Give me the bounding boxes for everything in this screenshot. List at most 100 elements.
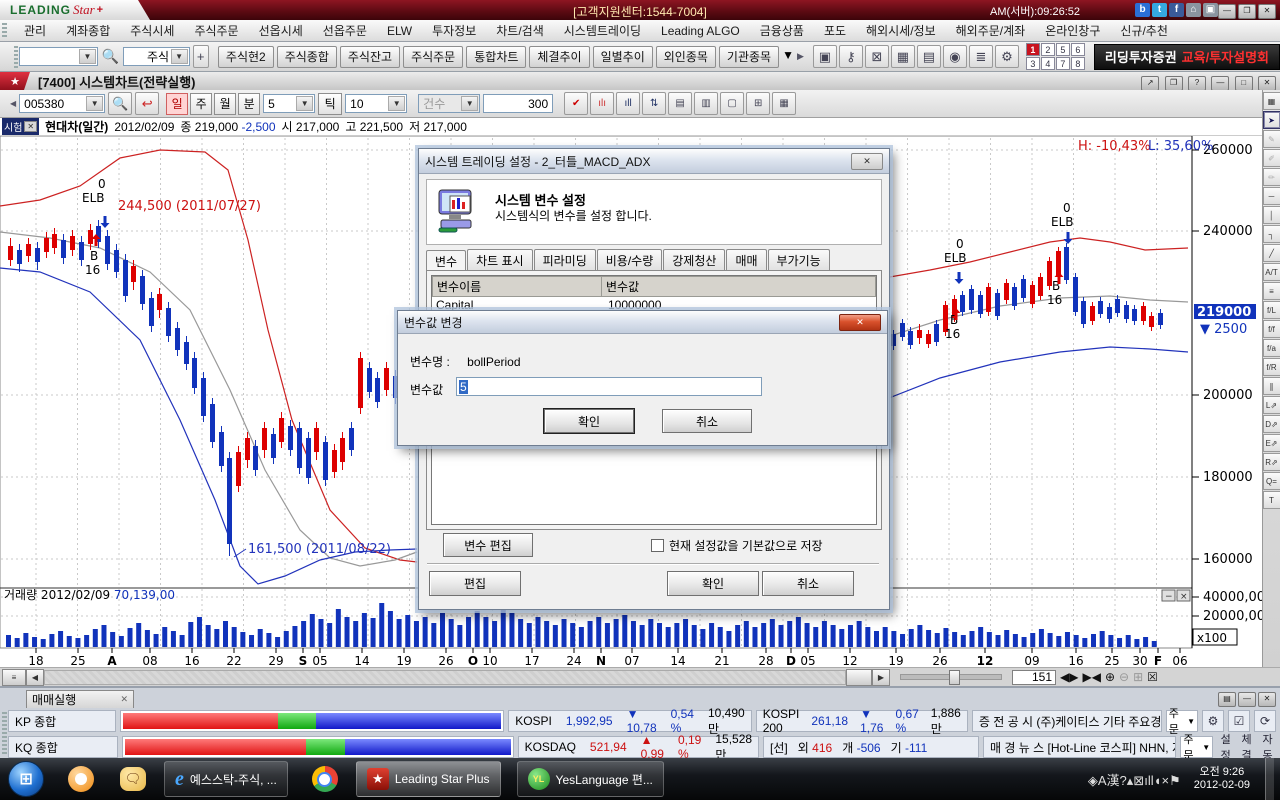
menu-item-해외주문/계좌[interactable]: 해외주문/계좌: [946, 20, 1036, 41]
pen-icon[interactable]: ✎: [1263, 130, 1280, 148]
tab-피라미딩[interactable]: 피라미딩: [534, 249, 596, 271]
updown-icon[interactable]: ⇅: [642, 92, 666, 115]
menu-item-신규/추천[interactable]: 신규/추천: [1110, 20, 1178, 41]
chevron-down-icon[interactable]: ▼: [388, 96, 405, 111]
bar-position-input[interactable]: [1012, 670, 1056, 685]
network-error-icon[interactable]: ⊠: [1133, 773, 1144, 788]
mute-icon[interactable]: ◖×: [1154, 773, 1169, 788]
add-button[interactable]: +: [193, 45, 209, 68]
grid-toggle-icon[interactable]: ⊞: [1133, 670, 1143, 684]
screen-slot-5[interactable]: 5: [1056, 43, 1070, 56]
stock-search-combo[interactable]: ▼: [19, 47, 98, 66]
screen-slot-2[interactable]: 2: [1041, 43, 1055, 56]
minimize-icon[interactable]: —: [1238, 692, 1256, 707]
period-button-분[interactable]: 분: [238, 93, 260, 115]
minimize-icon[interactable]: —: [1218, 4, 1236, 19]
close-panel-icon[interactable]: ☒: [1147, 670, 1158, 684]
fib-lines-icon[interactable]: ≡: [1263, 282, 1280, 300]
taskbar-item-yeslanguage[interactable]: YL YesLanguage 편...: [517, 761, 664, 797]
menu-item-투자정보[interactable]: 투자정보: [422, 20, 486, 41]
zoom-slider[interactable]: [900, 674, 1002, 680]
quote-icon[interactable]: Q=: [1263, 472, 1280, 490]
cursor-icon[interactable]: ➤: [1263, 111, 1280, 129]
tab-trade-execution[interactable]: 매매실행 ✕: [26, 690, 134, 708]
close-icon[interactable]: ✕: [1258, 4, 1276, 19]
tick-button[interactable]: 틱: [318, 93, 342, 115]
windows-icon[interactable]: ▤: [917, 45, 941, 68]
quick-button-통합차트[interactable]: 통합차트: [466, 46, 526, 68]
vline-icon[interactable]: │: [1263, 206, 1280, 224]
quick-button-외인종목[interactable]: 외인종목: [656, 46, 716, 68]
menu-item-ELW[interactable]: ELW: [377, 22, 422, 40]
taskbar-item-ie[interactable]: e 예스스탁-주식, ...: [164, 761, 288, 797]
chrome-icon[interactable]: [310, 764, 340, 794]
chevron-down-icon[interactable]: ▼: [79, 49, 96, 64]
restore-icon[interactable]: ❐: [1238, 4, 1256, 19]
news-ticker-2[interactable]: 매 경 뉴 스 [Hot-Line 코스피] NHN, 지난해 실: [983, 736, 1176, 758]
promo-banner[interactable]: 리딩투자증권 교육/투자설명회: [1094, 44, 1280, 70]
lock-icon[interactable]: ⊠: [865, 45, 889, 68]
fib-level-icon[interactable]: f/L: [1263, 301, 1280, 319]
screen-slot-3[interactable]: 3: [1026, 57, 1040, 70]
shrink-horizontal-icon[interactable]: ▶◀: [1082, 670, 1100, 684]
menu-item-온라인창구[interactable]: 온라인창구: [1035, 20, 1110, 41]
period-button-월[interactable]: 월: [214, 93, 236, 115]
signal-icon[interactable]: ıll: [1144, 773, 1153, 788]
menu-item-주식시세[interactable]: 주식시세: [120, 20, 184, 41]
text-tool-icon[interactable]: T: [1263, 491, 1280, 509]
screen-slot-6[interactable]: 6: [1071, 43, 1085, 56]
variable-value-input[interactable]: 5: [456, 377, 762, 396]
panel-grip[interactable]: [2, 712, 7, 754]
auto-refresh-icon[interactable]: ⟳: [1254, 710, 1276, 732]
doc-copy-icon[interactable]: ▤: [668, 92, 692, 115]
close-icon[interactable]: ✕: [851, 153, 883, 170]
recall-icon[interactable]: ↩: [135, 92, 159, 115]
fib-retrace-icon[interactable]: f/R: [1263, 358, 1280, 376]
pen2-icon[interactable]: ✐: [1263, 149, 1280, 167]
calculator-icon[interactable]: ▦: [891, 45, 915, 68]
settings-icon[interactable]: ⚙: [1202, 710, 1224, 732]
taskbar-clock[interactable]: 오전 9:26 2012-02-09: [1194, 766, 1250, 792]
fib-arc-icon[interactable]: f/a: [1263, 339, 1280, 357]
collapse-left-icon[interactable]: ◀: [10, 99, 16, 108]
ime-tool-icon[interactable]: ◈: [1088, 773, 1098, 788]
board-icon[interactable]: ▢: [720, 92, 744, 115]
close-icon[interactable]: ✕: [24, 121, 37, 132]
menu-item-금융상품[interactable]: 금융상품: [750, 20, 814, 41]
minute-combo[interactable]: 5 ▼: [263, 94, 315, 113]
channel-r-icon[interactable]: R⇗: [1263, 453, 1280, 471]
dialog-titlebar[interactable]: 변수값 변경 ✕: [398, 311, 887, 334]
menu-item-주식주문[interactable]: 주식주문: [184, 20, 248, 41]
screen-slot-4[interactable]: 4: [1041, 57, 1055, 70]
minimize-icon[interactable]: —: [1211, 76, 1229, 91]
angle-line-icon[interactable]: ┐: [1263, 225, 1280, 243]
tab-매매[interactable]: 매매: [726, 249, 766, 271]
close-icon[interactable]: ✕: [1258, 692, 1276, 707]
key-icon[interactable]: ⚷: [839, 45, 863, 68]
quick-button-일별추이[interactable]: 일별추이: [593, 46, 653, 68]
ok-button[interactable]: 확인: [667, 571, 759, 596]
zoom-in-icon[interactable]: ⊕: [1105, 670, 1115, 684]
bar-chart2-icon[interactable]: ıll: [616, 92, 640, 115]
ok-button[interactable]: 확인: [544, 409, 634, 433]
period-button-일[interactable]: 일: [166, 93, 188, 115]
scroll-left-icon[interactable]: ◀: [26, 669, 44, 686]
zoom-out-icon[interactable]: ⊖: [1119, 670, 1129, 684]
popout-icon[interactable]: ↗: [1141, 76, 1159, 91]
grip-icon[interactable]: ≡: [2, 669, 26, 686]
quick-button-체결추이[interactable]: 체결추이: [529, 46, 589, 68]
menu-item-해외시세/정보[interactable]: 해외시세/정보: [856, 20, 946, 41]
parallel-icon[interactable]: ∥: [1263, 377, 1280, 395]
bar-count-input[interactable]: [483, 94, 553, 113]
social-t-icon[interactable]: t: [1152, 3, 1167, 17]
magnifier-icon[interactable]: 🔍: [108, 92, 132, 115]
col-variable-value[interactable]: 변수값: [602, 276, 876, 297]
toolbar-grip[interactable]: [14, 46, 18, 68]
screen-slot-7[interactable]: 7: [1056, 57, 1070, 70]
grid-icon[interactable]: ▦: [772, 92, 796, 115]
order-combo[interactable]: 주문▼: [1180, 736, 1213, 758]
order-combo[interactable]: 주문▼: [1166, 710, 1198, 732]
maximize-icon[interactable]: □: [1235, 76, 1253, 91]
menu-item-포도[interactable]: 포도: [814, 20, 856, 41]
favorite-star-icon[interactable]: ★: [0, 72, 30, 90]
